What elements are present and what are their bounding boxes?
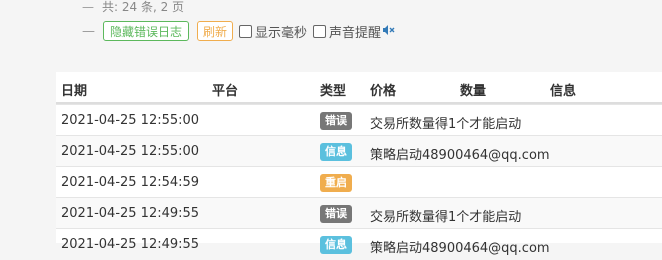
type-badge-error: 错误 xyxy=(320,205,352,223)
summary-dash: — xyxy=(82,0,94,14)
type-badge-info: 信息 xyxy=(320,236,352,254)
hide-error-logs-button[interactable]: 隐藏错误日志 xyxy=(103,21,189,41)
log-controls: — 隐藏错误日志 刷新 显示毫秒 声音提醒 xyxy=(82,20,395,42)
type-badge-info: 信息 xyxy=(320,143,352,161)
row-date: 2021-04-25 12:49:55 xyxy=(61,237,200,252)
row-message: 交易所数量得1个才能启动 xyxy=(370,210,522,225)
type-badge-restart: 重启 xyxy=(320,174,352,192)
header-type: 类型 xyxy=(320,84,347,99)
log-table: 日期 平台 类型 价格 数量 信息 2021-04-25 12:55:00 错误… xyxy=(56,72,662,256)
header-amount: 数量 xyxy=(460,84,487,99)
row-date: 2021-04-25 12:55:00 xyxy=(61,113,200,128)
header-date: 日期 xyxy=(61,84,88,99)
type-badge-error: 错误 xyxy=(320,112,352,130)
table-row: 2021-04-25 12:55:00 错误 交易所数量得1个才能启动 xyxy=(56,104,662,136)
row-message: 策略启动48900464@qq.com xyxy=(370,148,550,163)
table-row: 2021-04-25 12:55:00 信息 策略启动48900464@qq.c… xyxy=(56,135,662,167)
controls-dash: — xyxy=(82,23,95,39)
show-milliseconds-checkbox[interactable] xyxy=(239,24,252,38)
table-row: 2021-04-25 12:54:59 重启 xyxy=(56,166,662,198)
refresh-button[interactable]: 刷新 xyxy=(197,21,233,41)
show-milliseconds-label: 显示毫秒 xyxy=(255,25,308,41)
row-date: 2021-04-25 12:49:55 xyxy=(61,206,200,221)
log-summary: — 共: 24 条, 2 页 xyxy=(82,0,184,14)
table-row: 2021-04-25 12:49:55 错误 交易所数量得1个才能启动 xyxy=(56,197,662,229)
log-count-text: 共: 24 条, 2 页 xyxy=(102,0,185,14)
log-toolbar: — 共: 24 条, 2 页 — 隐藏错误日志 刷新 显示毫秒 声音提醒 xyxy=(0,0,662,60)
table-row: 2021-04-25 12:49:55 信息 策略启动48900464@qq.c… xyxy=(56,228,662,260)
sound-alert-label: 声音提醒 xyxy=(329,25,382,41)
table-header: 日期 平台 类型 价格 数量 信息 xyxy=(56,72,662,104)
header-platform: 平台 xyxy=(212,84,239,99)
header-price: 价格 xyxy=(370,84,397,99)
row-message: 策略启动48900464@qq.com xyxy=(370,241,550,256)
row-date: 2021-04-25 12:55:00 xyxy=(61,144,200,159)
row-message: 交易所数量得1个才能启动 xyxy=(370,117,522,132)
row-date: 2021-04-25 12:54:59 xyxy=(61,175,200,190)
speaker-muted-icon[interactable] xyxy=(383,24,395,38)
header-info: 信息 xyxy=(550,84,577,99)
sound-alert-checkbox[interactable] xyxy=(313,24,327,38)
